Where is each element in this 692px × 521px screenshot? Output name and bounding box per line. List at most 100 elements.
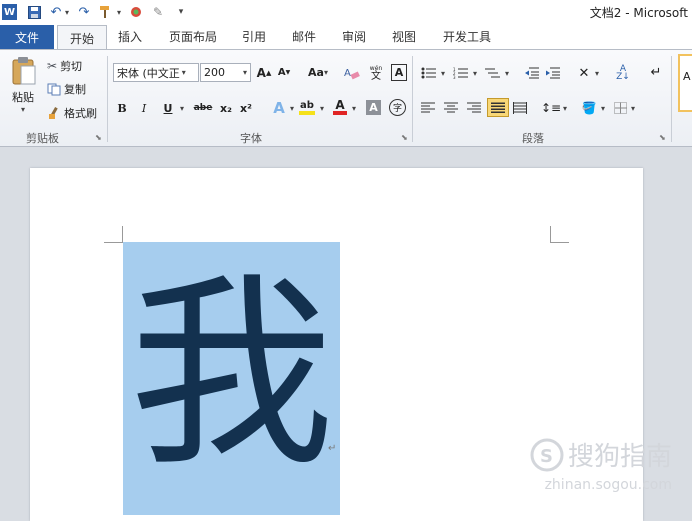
format-painter-icon[interactable] [97, 4, 113, 20]
font-color-dropdown-icon[interactable]: ▾ [350, 99, 358, 117]
watermark-url: zhinan.sogou.com [544, 477, 672, 493]
font-group-label: 字体 [240, 132, 262, 145]
decrease-indent-icon[interactable] [525, 67, 539, 79]
italic-button[interactable]: I [136, 99, 152, 117]
shading-icon[interactable]: 🪣 [580, 98, 598, 117]
copy-button[interactable]: 复制 [47, 80, 86, 98]
asian-layout-dropdown-icon[interactable]: ▾ [593, 64, 601, 82]
borders-dropdown-icon[interactable]: ▾ [629, 99, 637, 117]
highlight-glyph: ab [300, 99, 314, 111]
tab-file[interactable]: 文件 [0, 25, 54, 49]
cut-button[interactable]: ✂ 剪切 [47, 57, 82, 75]
text-effects-button[interactable]: A [270, 98, 288, 117]
redo-icon[interactable]: ↷ [77, 4, 91, 20]
character-shading-button[interactable]: A [366, 100, 381, 115]
font-size-value: 200 [204, 66, 225, 79]
tab-references[interactable]: 引用 [237, 24, 271, 49]
show-marks-icon[interactable]: ↵ [649, 63, 663, 82]
font-name-dropdown-icon[interactable]: ▾ [182, 68, 186, 77]
shrink-font-button[interactable]: A ▼ [276, 63, 292, 82]
strikethrough-button[interactable]: abe [192, 99, 214, 117]
subscript-button[interactable]: x₂ [218, 99, 234, 117]
superscript-button[interactable]: x² [238, 99, 254, 117]
tab-view[interactable]: 视图 [387, 24, 421, 49]
font-size-combo[interactable]: 200 ▾ [200, 63, 251, 82]
margin-corner-top-left [104, 226, 123, 243]
increase-indent-icon[interactable] [546, 67, 560, 79]
paragraph-launcher-icon[interactable]: ⬊ [659, 133, 666, 142]
highlight-dropdown-icon[interactable]: ▾ [318, 99, 326, 117]
paragraph-mark: ↵ [328, 443, 337, 454]
paste-icon [12, 57, 36, 85]
font-launcher-icon[interactable]: ⬊ [401, 133, 408, 142]
word-icon[interactable]: W [2, 4, 17, 20]
svg-text:3: 3 [453, 75, 456, 79]
paste-button[interactable]: 粘贴 ▾ [6, 56, 40, 118]
phonetic-guide-button[interactable]: wén 文 [366, 63, 386, 82]
paragraph-group-label: 段落 [522, 132, 544, 145]
undo-dropdown-icon[interactable]: ▾ [63, 4, 71, 20]
bullets-dropdown-icon[interactable]: ▾ [439, 64, 447, 82]
window-title: 文档2 - Microsoft [589, 6, 688, 20]
change-case-button[interactable]: Aa ▾ [305, 63, 331, 82]
styles-gallery-item[interactable]: A [678, 54, 692, 112]
grow-font-button[interactable]: A ▲ [255, 63, 273, 82]
align-left-icon[interactable] [421, 102, 435, 114]
underline-button[interactable]: U [160, 99, 176, 117]
draw-icon[interactable]: ✎ [150, 4, 166, 20]
highlight-color-bar [299, 110, 315, 115]
clipboard-launcher-icon[interactable]: ⬊ [95, 133, 102, 142]
save-icon[interactable] [27, 4, 41, 20]
justify-button[interactable] [487, 98, 509, 117]
numbering-icon[interactable]: 123 [453, 67, 469, 79]
character-border-button[interactable]: A [391, 64, 407, 81]
copy-icon [47, 83, 61, 95]
tab-mailings[interactable]: 邮件 [287, 24, 321, 49]
asian-layout-icon[interactable]: ✕ [576, 64, 592, 82]
underline-dropdown-icon[interactable]: ▾ [178, 99, 186, 117]
change-case-glyph: Aa [308, 66, 324, 79]
paste-label: 粘贴 [12, 91, 34, 104]
document-text[interactable]: 我 [123, 260, 340, 490]
bold-button[interactable]: B [114, 99, 130, 117]
clear-formatting-button[interactable]: A [343, 63, 361, 82]
clipboard-group-label: 剪贴板 [26, 132, 59, 145]
customize-icon[interactable]: ▾ [176, 4, 186, 20]
eraser-icon: A [344, 68, 360, 79]
title-bar: W ↶ ▾ ↷ ▾ ✎ ▾ 文档2 - Microsoft [0, 0, 692, 24]
multilevel-list-icon[interactable] [485, 67, 501, 79]
text-effects-dropdown-icon[interactable]: ▾ [288, 99, 296, 117]
multilevel-dropdown-icon[interactable]: ▾ [503, 64, 511, 82]
paste-dropdown-icon[interactable]: ▾ [21, 105, 25, 114]
tab-page-layout[interactable]: 页面布局 [163, 24, 223, 49]
align-right-icon[interactable] [467, 102, 481, 114]
distributed-icon[interactable] [513, 102, 527, 114]
color-icon[interactable] [129, 4, 143, 20]
align-center-icon[interactable] [444, 102, 458, 114]
tab-review[interactable]: 审阅 [337, 24, 371, 49]
quick-dropdown-icon[interactable]: ▾ [115, 4, 123, 20]
line-spacing-icon[interactable]: ↕≡ [541, 98, 561, 117]
font-color-bar [333, 111, 347, 115]
bullets-icon[interactable] [421, 67, 437, 79]
scissors-icon: ✂ [47, 59, 58, 73]
undo-icon[interactable]: ↶ [49, 4, 63, 20]
numbering-dropdown-icon[interactable]: ▾ [471, 64, 479, 82]
brush-icon [49, 106, 58, 119]
borders-icon[interactable] [614, 102, 627, 114]
shading-dropdown-icon[interactable]: ▾ [599, 99, 607, 117]
highlight-button[interactable]: ab [298, 98, 316, 117]
enclose-characters-button[interactable]: 字 [389, 99, 406, 116]
tab-home[interactable]: 开始 [57, 25, 107, 50]
line-spacing-dropdown-icon[interactable]: ▾ [561, 99, 569, 117]
font-name-combo[interactable]: 宋体 (中文正 ▾ [113, 63, 199, 82]
tab-insert[interactable]: 插入 [110, 24, 150, 49]
sort-icon[interactable]: A Z↓ [614, 63, 632, 82]
format-painter-button[interactable]: 格式刷 [47, 104, 97, 122]
watermark: S 搜狗指南 zhinan.sogou.com [512, 436, 672, 493]
margin-corner-top-right [550, 226, 569, 243]
font-color-button[interactable]: A [332, 98, 348, 117]
phonetic-char: 文 [371, 70, 381, 82]
tab-developer[interactable]: 开发工具 [437, 24, 497, 49]
font-size-dropdown-icon[interactable]: ▾ [243, 68, 247, 77]
